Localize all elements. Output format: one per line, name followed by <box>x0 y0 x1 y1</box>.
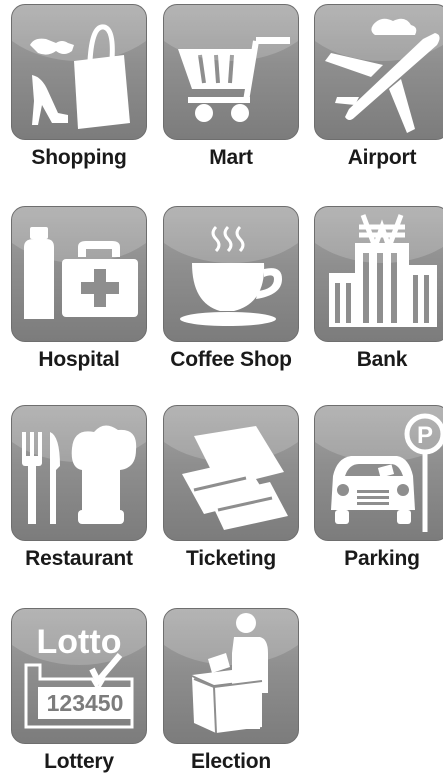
election-button[interactable] <box>163 608 299 744</box>
tile-label-bank: Bank <box>356 348 408 371</box>
lottery-icon-top-text: Lotto <box>37 623 122 661</box>
ticket-icon <box>182 426 288 530</box>
tile-label-parking: Parking <box>344 547 420 570</box>
coffee-shop-button[interactable] <box>163 206 299 342</box>
tile-label-hospital: Hospital <box>38 348 120 371</box>
lottery-icon-bottom-text: 123450 <box>47 690 124 716</box>
tile-label-ticketing: Ticketing <box>185 547 276 570</box>
lottery-icon: Lotto 123450 <box>24 623 134 729</box>
coffee-cup-icon <box>180 225 282 326</box>
tile-label-coffee-shop: Coffee Shop <box>170 348 292 371</box>
tile-label-restaurant: Restaurant <box>25 547 133 570</box>
tile-label-airport: Airport <box>347 146 417 169</box>
restaurant-icon <box>22 425 137 524</box>
tile-label-lottery: Lottery <box>44 750 114 773</box>
category-grid: Shopping Mart Airport Hospital Coffee Sh… <box>0 0 443 781</box>
lottery-button[interactable]: Lotto 123450 <box>11 608 147 744</box>
bank-icon <box>329 214 437 327</box>
restaurant-button[interactable] <box>11 405 147 541</box>
ticketing-button[interactable] <box>163 405 299 541</box>
hospital-button[interactable] <box>11 206 147 342</box>
parking-icon: P <box>331 413 443 532</box>
mart-button[interactable] <box>163 4 299 140</box>
parking-button[interactable]: P <box>314 405 443 541</box>
tile-label-shopping: Shopping <box>31 146 127 169</box>
airplane-icon <box>325 18 440 133</box>
tile-label-mart: Mart <box>209 146 253 169</box>
bank-button[interactable] <box>314 206 443 342</box>
airport-button[interactable] <box>314 4 443 140</box>
ballot-box-icon <box>192 613 268 734</box>
shopping-icon <box>30 24 130 129</box>
cart-icon <box>178 37 290 122</box>
svg-text:P: P <box>417 422 433 449</box>
hospital-icon <box>24 227 138 319</box>
shopping-button[interactable] <box>11 4 147 140</box>
tile-label-election: Election <box>190 750 272 773</box>
